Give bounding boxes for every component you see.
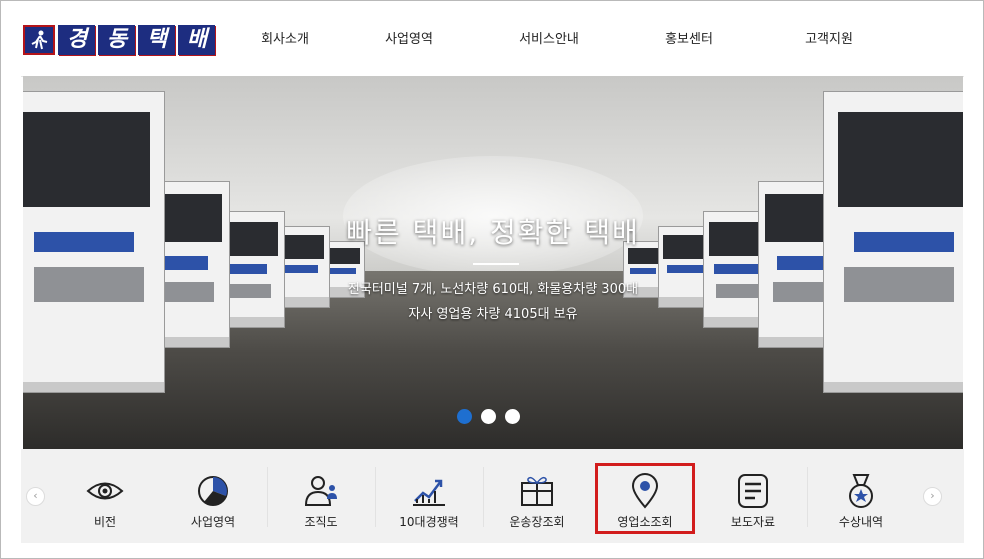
quick-menu-items: 비전 사업영역 조직도 10대경쟁력 운송장조회 영업소조회 보도자료 수상내역: [51, 449, 917, 543]
quick-menu-next-button[interactable]: ›: [923, 487, 942, 506]
hero-subtitle-line-2: 자사 영업용 차량 4105대 보유: [408, 307, 578, 322]
nav-business[interactable]: 사업영역: [339, 18, 479, 62]
logo-text: 경 동 택 배: [58, 25, 215, 55]
quick-item-business[interactable]: 사업영역: [159, 449, 267, 543]
separator: [807, 467, 808, 527]
quick-item-label: 수상내역: [838, 515, 884, 529]
hero-title: 빠른 택배, 정확한 택배: [346, 216, 640, 249]
site-header: 경 동 택 배 회사소개 사업영역 서비스안내 홍보센터 고객지원: [21, 18, 964, 77]
nav-company[interactable]: 회사소개: [231, 18, 339, 62]
logo-char: 배: [178, 25, 215, 55]
separator: [483, 467, 484, 527]
main-nav: 회사소개 사업영역 서비스안내 홍보센터 고객지원: [231, 18, 899, 62]
slide-dot-3[interactable]: [505, 409, 520, 424]
quick-item-vision[interactable]: 비전: [51, 449, 159, 543]
gift-box-icon: [521, 476, 553, 506]
quick-item-press[interactable]: 보도자료: [699, 449, 807, 543]
hero-banner: 빠른 택배, 정확한 택배 전국터미널 7개, 노선차량 610대, 화물용차량…: [23, 76, 963, 449]
quick-item-competitiveness[interactable]: 10대경쟁력: [375, 449, 483, 543]
growth-chart-icon: [413, 479, 445, 506]
hero-subtitle-line-1: 전국터미널 7개, 노선차량 610대, 화물용차량 300대: [347, 282, 639, 297]
nav-customer-support[interactable]: 고객지원: [759, 18, 899, 62]
quick-item-awards[interactable]: 수상내역: [807, 449, 915, 543]
slide-dot-2[interactable]: [481, 409, 496, 424]
document-list-icon: [738, 474, 768, 508]
quick-menu: ‹ › 비전 사업영역 조직도 10대경쟁력 운송장조회 영업소조회 보도자료 …: [21, 449, 964, 543]
pie-chart-icon: [198, 476, 228, 506]
logo-mark-icon: [23, 25, 55, 55]
hero-divider: [473, 263, 519, 265]
quick-item-label: 조직도: [304, 515, 338, 529]
quick-item-label: 보도자료: [730, 515, 776, 529]
page: 경 동 택 배 회사소개 사업영역 서비스안내 홍보센터 고객지원 빠른 택배,…: [21, 18, 964, 543]
slide-indicator: [457, 409, 520, 424]
quick-item-label: 10대경쟁력: [399, 515, 459, 529]
nav-services[interactable]: 서비스안내: [479, 18, 619, 62]
highlight-box: [595, 463, 695, 534]
nav-pr-center[interactable]: 홍보센터: [619, 18, 759, 62]
separator: [267, 467, 268, 527]
screenshot-frame: 경 동 택 배 회사소개 사업영역 서비스안내 홍보센터 고객지원 빠른 택배,…: [0, 0, 984, 559]
medal-icon: [849, 474, 873, 508]
logo-char: 택: [138, 25, 175, 55]
quick-item-label: 운송장조회: [509, 515, 565, 529]
quick-item-label: 비전: [93, 515, 117, 529]
quick-item-label: 사업영역: [190, 515, 236, 529]
quick-item-waybill-search[interactable]: 운송장조회: [483, 449, 591, 543]
slide-dot-1[interactable]: [457, 409, 472, 424]
quick-item-org-chart[interactable]: 조직도: [267, 449, 375, 543]
quick-menu-prev-button[interactable]: ‹: [26, 487, 45, 506]
logo[interactable]: 경 동 택 배: [23, 25, 218, 55]
logo-char: 경: [58, 25, 95, 55]
org-people-icon: [304, 476, 337, 506]
eye-icon: [86, 482, 124, 500]
separator: [375, 467, 376, 527]
logo-char: 동: [98, 25, 135, 55]
